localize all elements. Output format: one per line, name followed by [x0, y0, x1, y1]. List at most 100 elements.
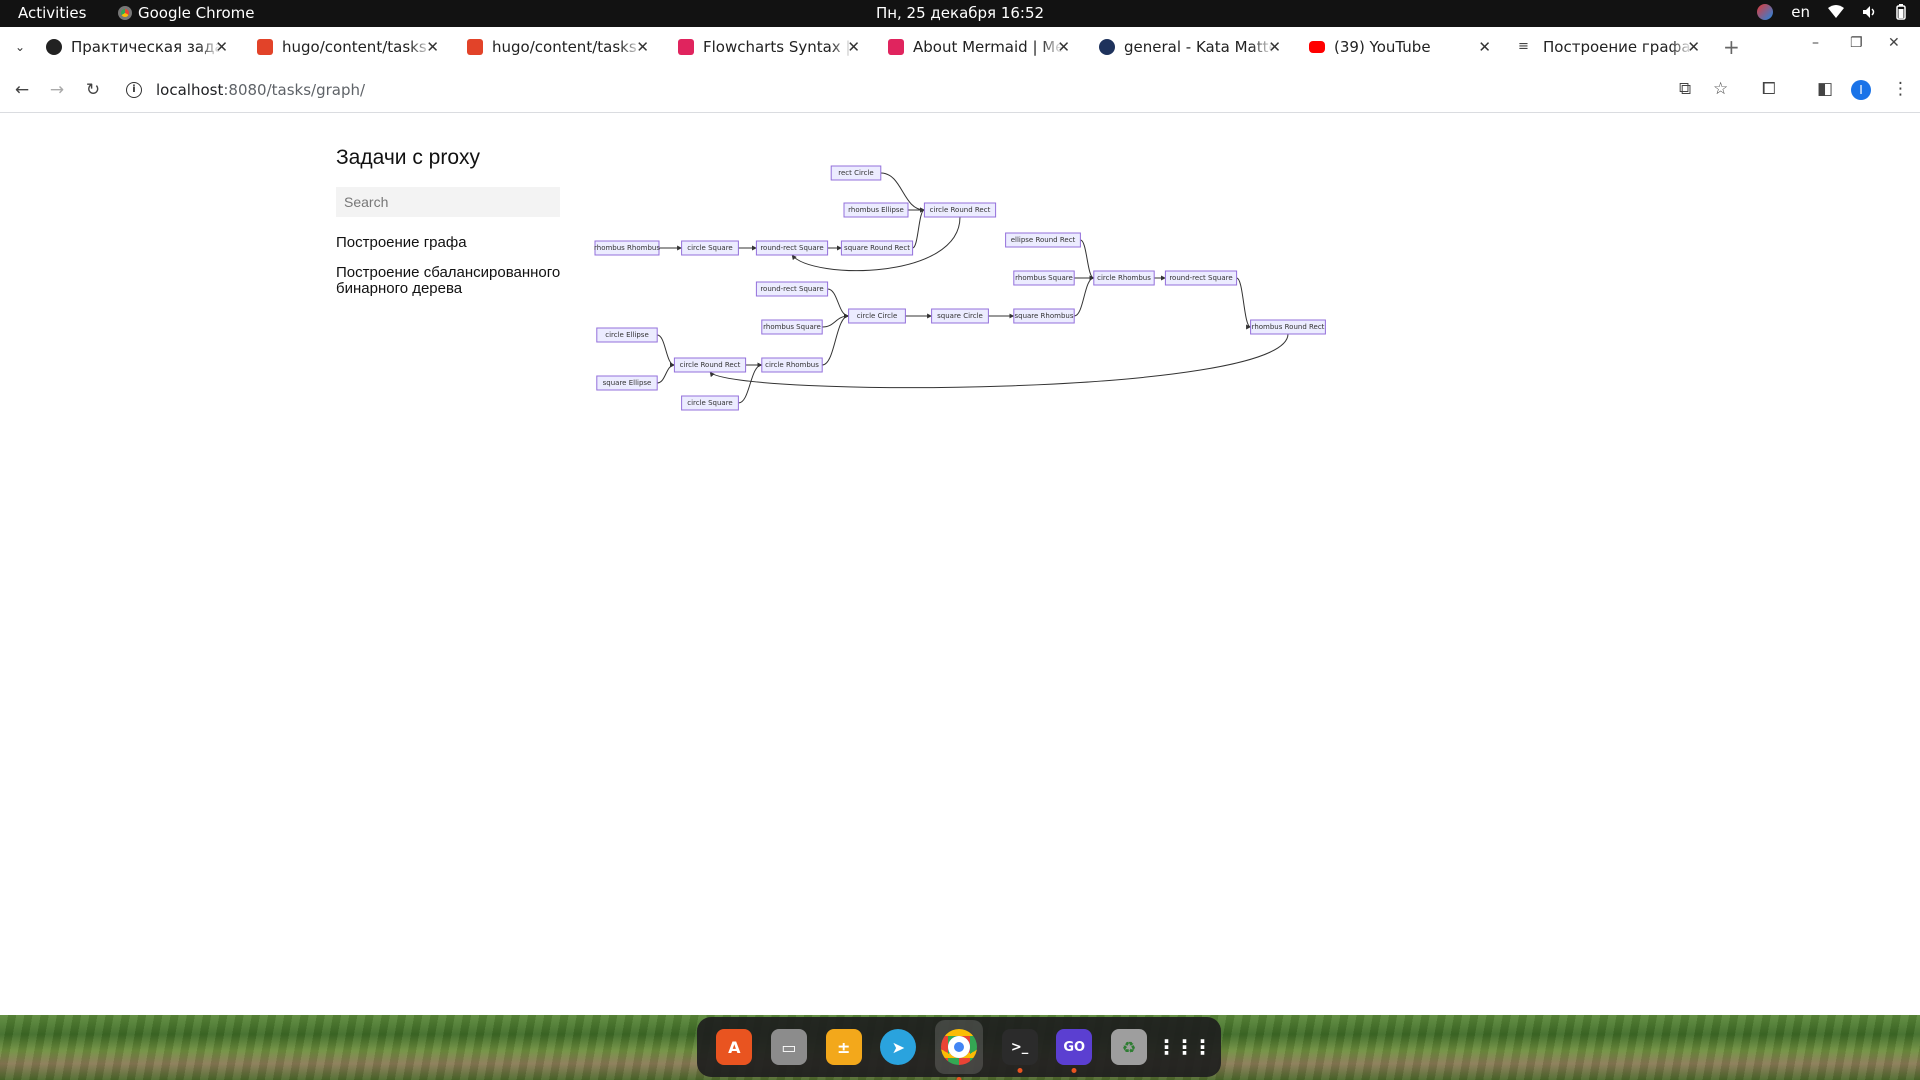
close-icon[interactable]: ✕	[1057, 38, 1070, 56]
profile-avatar[interactable]: I	[1851, 80, 1871, 100]
goland-icon[interactable]: GO	[1056, 1029, 1093, 1065]
graph-edge	[657, 334, 675, 368]
tab-label: (39) YouTube	[1334, 38, 1431, 56]
files-icon[interactable]: ▭	[770, 1029, 807, 1065]
minimize-icon[interactable]: –	[1812, 35, 1819, 51]
tab-label: Flowcharts Syntax | Mermaid	[703, 38, 853, 56]
tab-mattermost[interactable]: general - Kata Mattermost ✕	[1099, 31, 1289, 63]
install-app-icon[interactable]: ⧉	[1679, 79, 1691, 99]
close-icon[interactable]: ✕	[1268, 38, 1281, 56]
system-top-bar: Activities Google Chrome Пн, 25 декабря …	[0, 0, 1920, 27]
close-icon[interactable]: ✕	[1478, 38, 1491, 56]
gitlab-icon	[467, 39, 483, 55]
keyboard-layout[interactable]: en	[1791, 3, 1810, 21]
graph-node-label: square Circle	[937, 312, 983, 320]
graph-node-label: circle Round Rect	[680, 361, 741, 369]
graph-node-label: square Ellipse	[603, 379, 652, 387]
tab-gitlab-1[interactable]: hugo/content/tasks ✕	[257, 31, 447, 63]
close-icon[interactable]: ✕	[636, 38, 649, 56]
restore-icon[interactable]: ❐	[1850, 35, 1863, 51]
graph-node-label: square Round Rect	[844, 244, 910, 252]
tab-strip: ⌄ Практическая задача ✕ hugo/content/tas…	[0, 27, 1920, 67]
graph-node: rhombus Ellipse	[843, 202, 909, 218]
search-input[interactable]	[336, 187, 560, 217]
graph-edge	[1074, 275, 1095, 317]
graph-node: square Circle	[931, 308, 989, 324]
mattermost-icon	[1099, 39, 1115, 55]
youtube-icon	[1309, 41, 1325, 53]
graph-node-label: square Rhombus	[1014, 312, 1073, 320]
graph-node: square Round Rect	[840, 240, 914, 256]
menu-kebab-icon[interactable]: ⋮	[1892, 79, 1909, 99]
tab-youtube[interactable]: (39) YouTube ✕	[1309, 31, 1499, 63]
graph-node-label: rhombus Ellipse	[848, 206, 904, 214]
graph-edge	[827, 288, 850, 319]
graph-node-label: rect Circle	[838, 169, 874, 177]
chrome-icon[interactable]	[934, 1020, 983, 1074]
graph-edge	[1236, 277, 1252, 330]
nav-link-balanced-tree[interactable]: Построение сбалансированного бинарного д…	[336, 265, 576, 297]
graph-node-label: round-rect Square	[1169, 274, 1232, 282]
tab-gitlab-2[interactable]: hugo/content/tasks ✕	[467, 31, 657, 63]
tab-mermaid-about[interactable]: About Mermaid | Mermaid ✕	[888, 31, 1078, 63]
activities-button[interactable]: Activities	[18, 4, 86, 22]
close-icon[interactable]: ✕	[1687, 38, 1700, 56]
dock: A ▭ ± ➤ >_ GO ♻ ⋮⋮⋮	[697, 1017, 1221, 1077]
kata-icon	[46, 39, 62, 55]
forward-arrow-icon[interactable]: →	[46, 79, 68, 101]
url-host: localhost	[156, 81, 224, 99]
graph-node-label: rhombus Round Rect	[1252, 323, 1325, 331]
site-info-icon[interactable]: i	[126, 82, 142, 98]
graph-node: rhombus Square	[1013, 270, 1075, 286]
graph-node: circle Rhombus	[1093, 270, 1155, 286]
graph-node: square Ellipse	[596, 375, 658, 391]
app-center-icon[interactable]: A	[716, 1029, 753, 1065]
graph-node-label: circle Circle	[857, 312, 898, 320]
tab-kata-task[interactable]: Практическая задача ✕	[46, 31, 236, 63]
tab-mermaid-flowcharts[interactable]: Flowcharts Syntax | Mermaid ✕	[678, 31, 868, 63]
graph-node: rhombus Square	[761, 319, 823, 335]
reload-icon[interactable]: ↻	[82, 79, 104, 101]
gitlab-icon	[257, 39, 273, 55]
graph-edge	[657, 362, 675, 384]
graph-node: circle Circle	[848, 308, 906, 324]
tab-search-chevron-icon[interactable]: ⌄	[10, 37, 30, 57]
bookmark-star-icon[interactable]: ☆	[1713, 79, 1728, 99]
graph-node-label: circle Round Rect	[930, 206, 991, 214]
graph-node: circle Square	[681, 240, 739, 256]
app-grid-icon[interactable]: ⋮⋮⋮	[1157, 1029, 1213, 1065]
graph-edge	[822, 313, 850, 366]
address-bar[interactable]: i localhost:8080/tasks/graph/	[126, 73, 1656, 107]
tab-graph-active[interactable]: ≡ Построение графа | ✕	[1518, 31, 1708, 63]
close-icon[interactable]: ✕	[847, 38, 860, 56]
tab-label: hugo/content/tasks	[492, 38, 637, 56]
close-icon[interactable]: ✕	[215, 38, 228, 56]
app-name: Google Chrome	[138, 4, 255, 22]
telegram-icon[interactable]: ➤	[880, 1029, 917, 1065]
window-close-icon[interactable]: ✕	[1888, 35, 1900, 51]
battery-icon[interactable]	[1896, 4, 1906, 20]
graph-node-label: round-rect Square	[760, 285, 823, 293]
calculator-icon[interactable]: ±	[825, 1029, 862, 1065]
clock[interactable]: Пн, 25 декабря 16:52	[876, 4, 1044, 22]
tab-label: general - Kata Mattermost	[1124, 38, 1274, 56]
extensions-puzzle-icon[interactable]: ⧠	[1762, 79, 1776, 99]
graph-node-label: rhombus Square	[1015, 274, 1073, 282]
trash-icon[interactable]: ♻	[1110, 1029, 1147, 1065]
mermaid-icon	[678, 39, 694, 55]
new-tab-plus-icon[interactable]: +	[1723, 35, 1740, 59]
nav-link-graph[interactable]: Построение графа	[336, 235, 576, 251]
back-arrow-icon[interactable]: ←	[11, 79, 33, 101]
graph-node: circle Square	[681, 395, 739, 411]
system-tray[interactable]: en	[1757, 3, 1906, 21]
graph-node: round-rect Square	[755, 281, 829, 297]
app-menu[interactable]: Google Chrome	[118, 4, 255, 22]
volume-icon[interactable]	[1862, 5, 1878, 19]
wifi-icon[interactable]	[1828, 5, 1844, 19]
close-icon[interactable]: ✕	[426, 38, 439, 56]
indicator-icon[interactable]	[1757, 4, 1774, 20]
tab-label: Построение графа |	[1543, 38, 1693, 56]
browser-toolbar: ← → ↻ i localhost:8080/tasks/graph/ ⧉ ☆ …	[0, 67, 1920, 113]
terminal-icon[interactable]: >_	[1001, 1029, 1038, 1065]
side-panel-icon[interactable]: ◧	[1817, 79, 1833, 99]
